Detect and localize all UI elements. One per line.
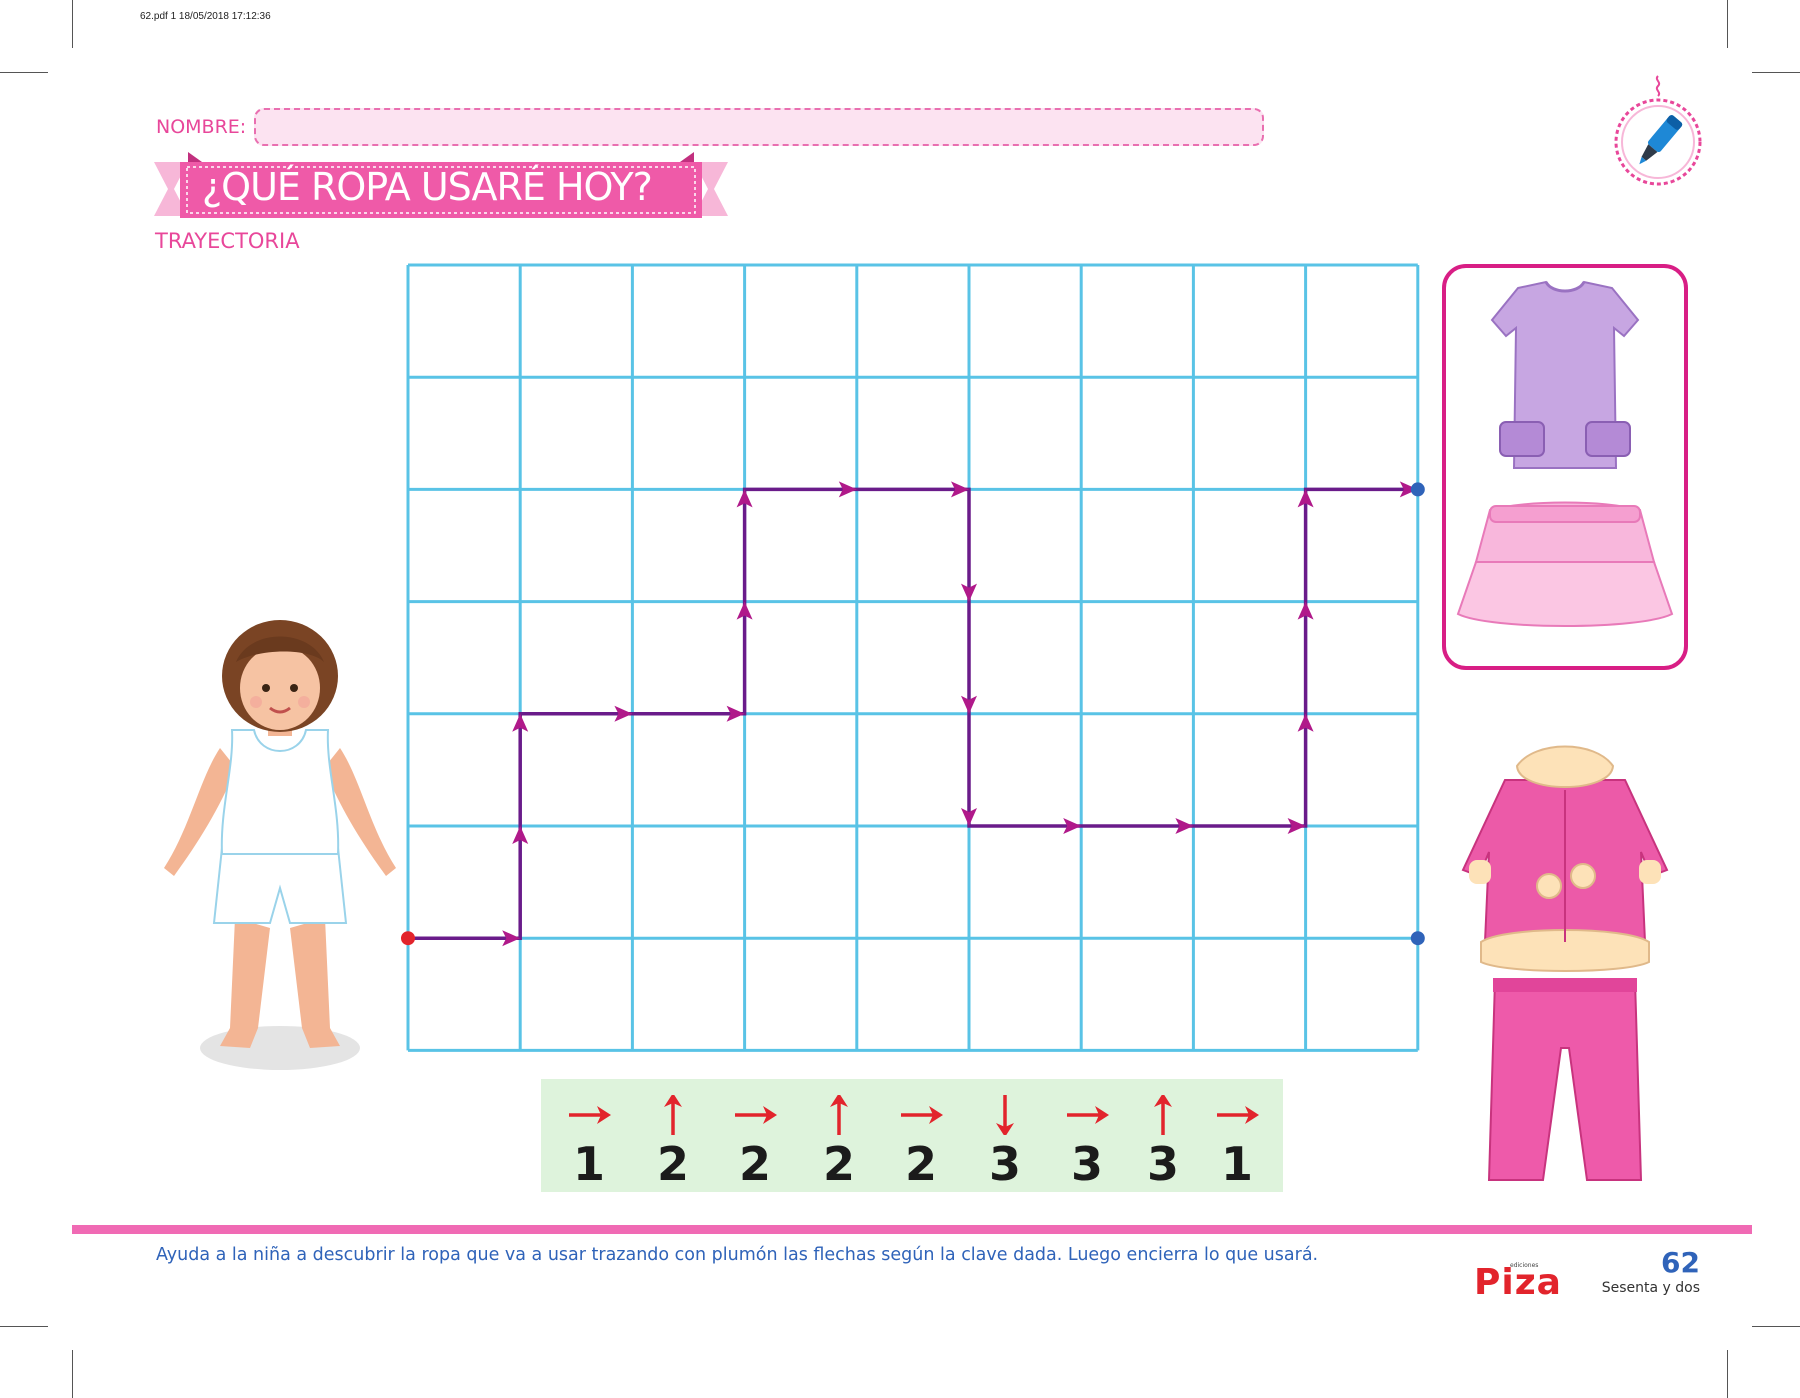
page-number: 62 bbox=[1661, 1246, 1700, 1279]
key-arrow-down-icon bbox=[996, 1095, 1014, 1135]
key-arrow-right-icon bbox=[901, 1106, 943, 1124]
key-item: 3 bbox=[965, 1079, 1045, 1192]
brand-logo: Piza bbox=[1474, 1262, 1562, 1303]
key-item: 2 bbox=[715, 1079, 795, 1192]
key-item: 1 bbox=[1197, 1079, 1277, 1192]
key-number: 2 bbox=[656, 1137, 689, 1191]
key-arrow-right-icon bbox=[735, 1106, 777, 1124]
key-arrow-right-icon bbox=[1067, 1106, 1109, 1124]
key-arrow-right-icon bbox=[1217, 1106, 1259, 1124]
key-number: 2 bbox=[738, 1137, 771, 1191]
key-number: 2 bbox=[904, 1137, 937, 1191]
direction-key: 122223331 bbox=[541, 1079, 1283, 1192]
footer-rule bbox=[72, 1225, 1752, 1234]
key-item: 2 bbox=[799, 1079, 879, 1192]
key-number: 1 bbox=[1220, 1137, 1253, 1191]
key-number: 3 bbox=[1146, 1137, 1179, 1191]
outfit-winter[interactable] bbox=[1445, 730, 1685, 1190]
key-arrow-right-icon bbox=[569, 1106, 611, 1124]
instruction-text: Ayuda a la niña a descubrir la ropa que … bbox=[156, 1245, 1319, 1265]
key-item: 1 bbox=[549, 1079, 629, 1192]
start-point bbox=[401, 931, 415, 946]
page-number-words: Sesenta y dos bbox=[1601, 1280, 1700, 1296]
key-number: 3 bbox=[988, 1137, 1021, 1191]
key-item: 3 bbox=[1047, 1079, 1127, 1192]
key-item: 3 bbox=[1123, 1079, 1203, 1192]
key-arrow-up-icon bbox=[1154, 1095, 1172, 1135]
key-number: 3 bbox=[1070, 1137, 1103, 1191]
key-number: 2 bbox=[822, 1137, 855, 1191]
outfit-card-summer[interactable] bbox=[1440, 262, 1690, 672]
key-arrow-up-icon bbox=[664, 1095, 682, 1135]
key-arrow-up-icon bbox=[830, 1095, 848, 1135]
key-number: 1 bbox=[572, 1137, 605, 1191]
key-item: 2 bbox=[633, 1079, 713, 1192]
end-point bbox=[1410, 931, 1425, 946]
key-item: 2 bbox=[881, 1079, 961, 1192]
end-point bbox=[1410, 482, 1425, 497]
